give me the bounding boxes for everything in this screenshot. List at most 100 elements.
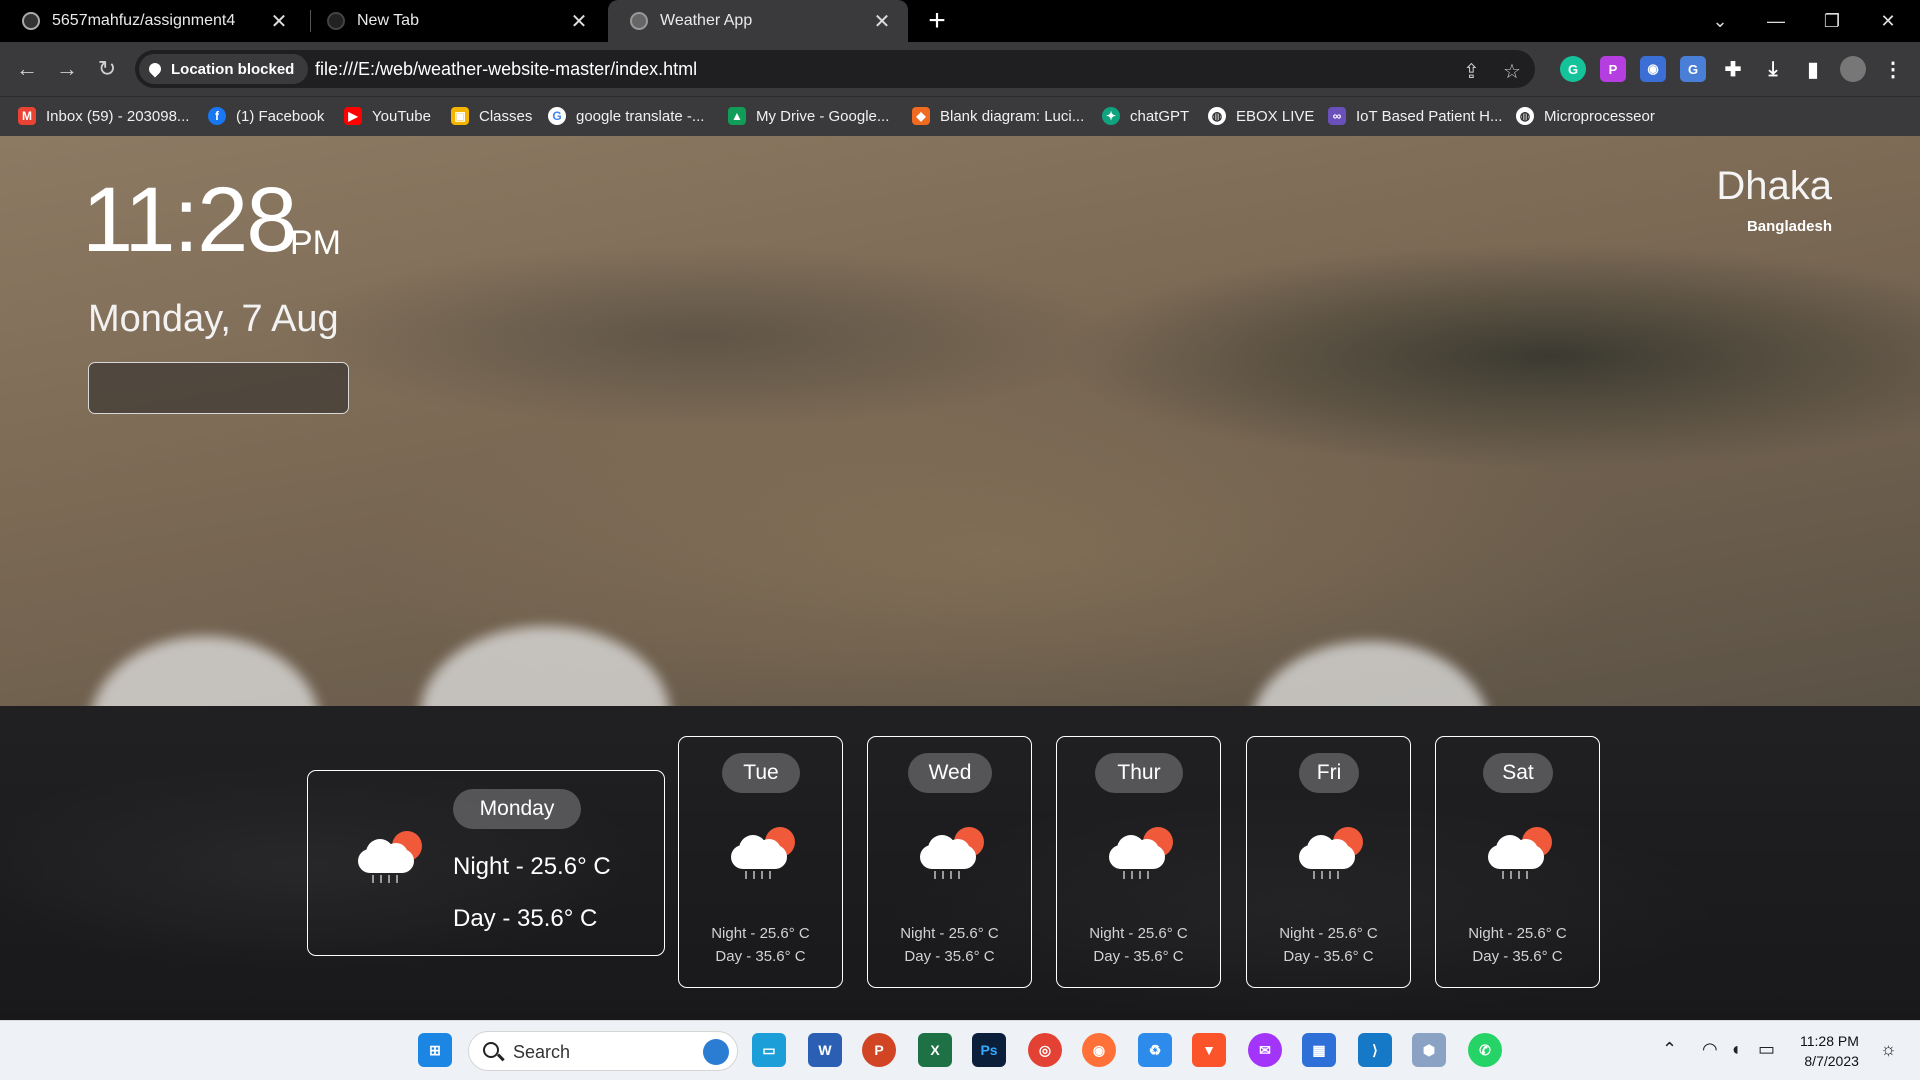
- newtab-icon: [327, 12, 345, 30]
- share-icon[interactable]: ⇪: [1463, 59, 1480, 84]
- bookmark-star-icon[interactable]: ☆: [1503, 59, 1521, 84]
- recycle-icon[interactable]: ♻: [1138, 1033, 1172, 1067]
- notification-icon[interactable]: ☼: [1880, 1039, 1897, 1060]
- bookmark-label: YouTube: [372, 107, 431, 125]
- bookmark-item[interactable]: M Inbox (59) - 203098...: [18, 97, 189, 135]
- wifi-icon[interactable]: ◠: [1702, 1039, 1718, 1060]
- tab-github[interactable]: 5657mahfuz/assignment4 ✕: [0, 0, 305, 42]
- avatar[interactable]: [1840, 56, 1866, 82]
- bookmark-item[interactable]: f (1) Facebook: [208, 97, 324, 135]
- bookmark-label: My Drive - Google...: [756, 107, 890, 125]
- screen-capture-icon[interactable]: ◉: [1640, 56, 1666, 82]
- new-tab-button[interactable]: +: [920, 4, 954, 38]
- close-icon[interactable]: ✕: [565, 7, 593, 35]
- bookmark-item[interactable]: ◆ Blank diagram: Luci...: [912, 97, 1084, 135]
- bookmark-item[interactable]: ∞ IoT Based Patient H...: [1328, 97, 1502, 135]
- forward-button[interactable]: →: [50, 52, 84, 86]
- store-icon[interactable]: ▦: [1302, 1033, 1336, 1067]
- location-pin-icon: [146, 60, 164, 78]
- taskbar-search[interactable]: Search: [468, 1031, 738, 1071]
- chrome-icon[interactable]: ◎: [1028, 1033, 1062, 1067]
- forecast-card: Tue Night - 25.6° C Day - 35.6° C: [678, 736, 843, 988]
- day-temp: Day - 35.6° C: [715, 948, 806, 965]
- cloud-sun-rain-icon: [1484, 827, 1554, 879]
- day-temp: Day - 35.6° C: [1283, 948, 1374, 965]
- translate-icon[interactable]: G: [1680, 56, 1706, 82]
- today-card: Monday Night - 25.6° C Day - 35.6° C: [307, 770, 665, 956]
- whatsapp-icon[interactable]: ✆: [1468, 1033, 1502, 1067]
- bookmark-item[interactable]: ◍ Microprocesseor: [1516, 97, 1655, 135]
- drive-icon: ▲: [728, 107, 746, 125]
- classroom-icon: ▣: [451, 107, 469, 125]
- bookmark-label: Classes: [479, 107, 533, 125]
- facebook-icon: f: [208, 107, 226, 125]
- cloud-sun-rain-icon: [1105, 827, 1175, 879]
- restore-button[interactable]: ❐: [1804, 0, 1860, 42]
- location-blocked-chip[interactable]: Location blocked: [139, 54, 309, 84]
- menu-icon[interactable]: ⋮: [1880, 56, 1906, 82]
- bookmark-item[interactable]: ▲ My Drive - Google...: [728, 97, 889, 135]
- bookmark-item[interactable]: Ggoogle translate -...: [548, 97, 704, 135]
- youtube-icon: ▶: [344, 107, 362, 125]
- extension-icon[interactable]: P: [1600, 56, 1626, 82]
- window-close-button[interactable]: ✕: [1860, 0, 1916, 42]
- google-icon: G: [548, 107, 566, 125]
- word-icon[interactable]: W: [808, 1033, 842, 1067]
- globe-icon: ◍: [1516, 107, 1534, 125]
- back-button[interactable]: ←: [10, 52, 44, 86]
- chevron-up-icon[interactable]: ⌃: [1662, 1039, 1677, 1060]
- day-temp: Day - 35.6° C: [1093, 948, 1184, 965]
- bookmark-item[interactable]: ◍ EBOX LIVE: [1208, 97, 1314, 135]
- download-icon[interactable]: ⤓: [1760, 56, 1786, 82]
- forecast-card: Wed Night - 25.6° C Day - 35.6° C: [867, 736, 1032, 988]
- virtualbox-icon[interactable]: ⬢: [1412, 1033, 1446, 1067]
- tab-newtab[interactable]: New Tab ✕: [305, 0, 605, 42]
- lucid-icon: ◆: [912, 107, 930, 125]
- tab-strip: 5657mahfuz/assignment4 ✕ New Tab ✕ Weath…: [0, 0, 1920, 42]
- side-panel-icon[interactable]: ▮: [1800, 56, 1826, 82]
- battery-icon[interactable]: ▭: [1758, 1039, 1775, 1060]
- bookmark-item[interactable]: ✦ chatGPT: [1102, 97, 1189, 135]
- tab-weather-app[interactable]: Weather App ✕: [608, 0, 908, 42]
- clock-time: 11:28: [82, 169, 297, 271]
- firefox-icon[interactable]: ◉: [1082, 1033, 1116, 1067]
- night-temp: Night - 25.6° C: [1279, 925, 1378, 942]
- night-temp: Night - 25.6° C: [900, 925, 999, 942]
- chatgpt-icon: ✦: [1102, 107, 1120, 125]
- tab-search-icon[interactable]: ⌄: [1692, 0, 1748, 42]
- bookmark-label: Microprocesseor: [1544, 107, 1655, 125]
- current-date: Monday, 7 Aug: [88, 298, 339, 340]
- bookmark-item[interactable]: ▶ YouTube: [344, 97, 431, 135]
- address-bar[interactable]: Location blocked file:///E:/web/weather-…: [135, 50, 1535, 88]
- night-temp: Night - 25.6° C: [711, 925, 810, 942]
- tab-title: 5657mahfuz/assignment4: [52, 12, 236, 29]
- desktop-icon[interactable]: ▭: [752, 1033, 786, 1067]
- minimize-button[interactable]: —: [1748, 0, 1804, 42]
- vscode-icon[interactable]: ⟩: [1358, 1033, 1392, 1067]
- tab-title: Weather App: [660, 12, 753, 29]
- bookmark-label: EBOX LIVE: [1236, 107, 1315, 125]
- puzzle-icon[interactable]: ✚: [1720, 56, 1746, 82]
- close-icon[interactable]: ✕: [868, 7, 896, 35]
- photoshop-icon[interactable]: Ps: [972, 1033, 1006, 1067]
- brave-icon[interactable]: ▼: [1192, 1033, 1226, 1067]
- bookmark-label: chatGPT: [1130, 107, 1190, 125]
- url-text[interactable]: file:///E:/web/weather-website-master/in…: [315, 59, 697, 80]
- day-pill: Tue: [722, 753, 800, 793]
- browser-toolbar: ← → ↻ Location blocked file:///E:/web/we…: [0, 42, 1920, 96]
- volume-icon[interactable]: ◖: [1730, 1039, 1741, 1060]
- messenger-icon[interactable]: ✉: [1248, 1033, 1282, 1067]
- close-icon[interactable]: ✕: [265, 7, 293, 35]
- taskbar-clock[interactable]: 11:28 PM 8/7/2023: [1800, 1031, 1859, 1071]
- grammarly-icon[interactable]: G: [1560, 56, 1586, 82]
- start-windows-icon[interactable]: ⊞: [418, 1033, 452, 1067]
- location-chip-label: Location blocked: [171, 60, 295, 78]
- bing-icon[interactable]: [703, 1039, 729, 1065]
- forecast-card: Sat Night - 25.6° C Day - 35.6° C: [1435, 736, 1600, 988]
- bookmark-item[interactable]: ▣ Classes: [451, 97, 532, 135]
- excel-icon[interactable]: X: [918, 1033, 952, 1067]
- reload-button[interactable]: ↻: [90, 52, 124, 86]
- forecast-card: Fri Night - 25.6° C Day - 35.6° C: [1246, 736, 1411, 988]
- powerpoint-icon[interactable]: P: [862, 1033, 896, 1067]
- night-temp: Night - 25.6° C: [1089, 925, 1188, 942]
